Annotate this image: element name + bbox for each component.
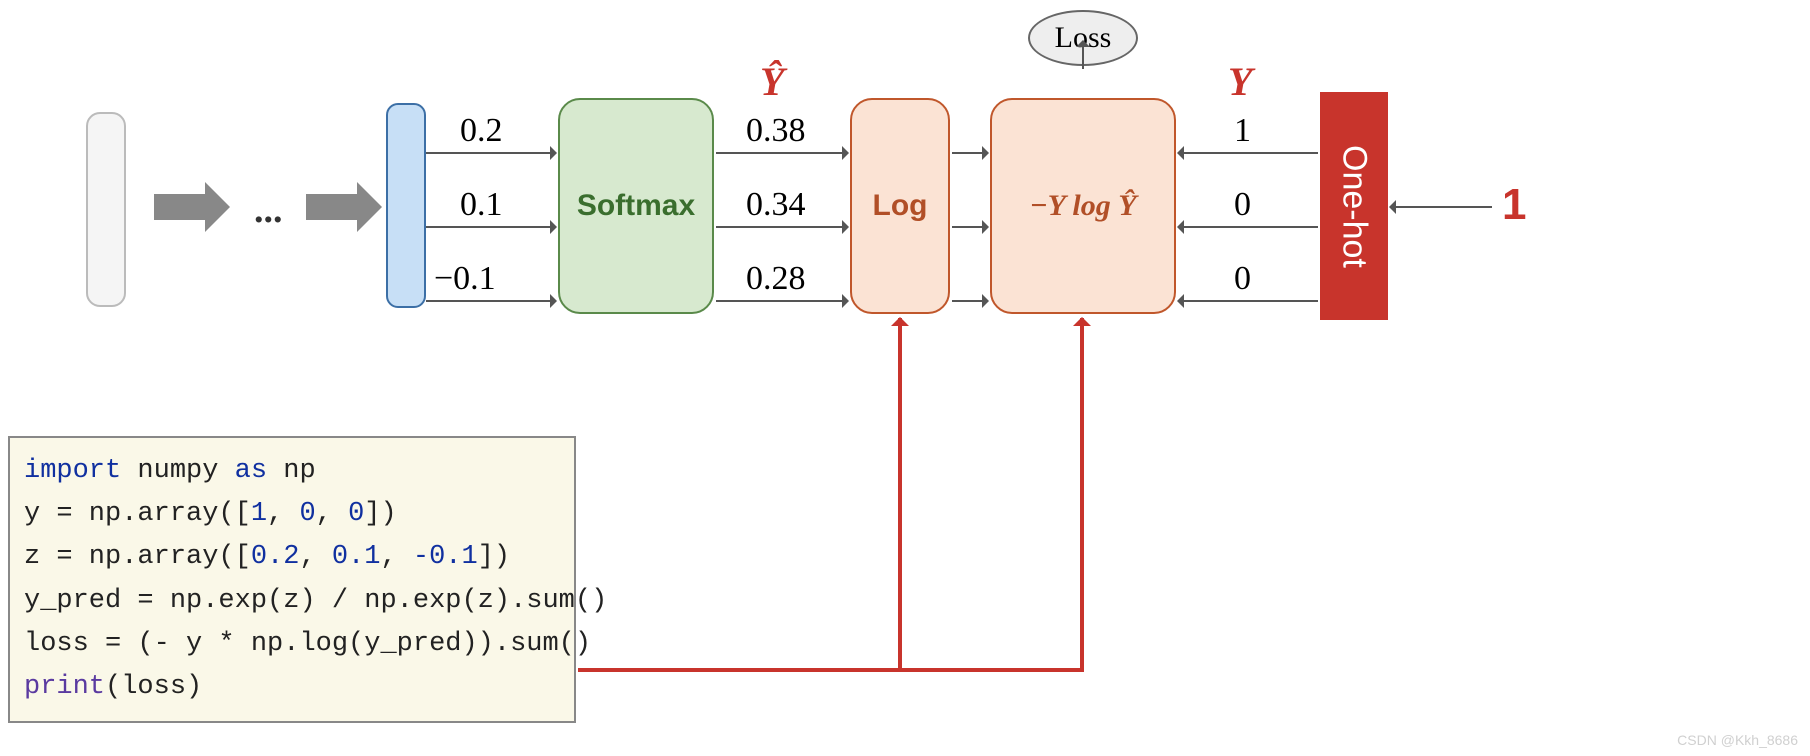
log-block: Log bbox=[850, 98, 950, 314]
arrow-y1 bbox=[1178, 226, 1318, 228]
arrow-y0 bbox=[1178, 152, 1318, 154]
arrow-yhat1 bbox=[716, 226, 848, 228]
arrow-loss-up bbox=[1082, 41, 1084, 69]
y-value-0: 1 bbox=[1234, 112, 1251, 150]
ellipsis: ... bbox=[254, 188, 283, 232]
code-box: import numpy as np y = np.array([1, 0, 0… bbox=[8, 436, 576, 723]
code-line-loss: loss = (- y * np.log(y_pred)).sum() bbox=[24, 629, 591, 659]
arrow-yhat2 bbox=[716, 300, 848, 302]
hidden-layer-block bbox=[386, 103, 426, 308]
yhat-value-2: 0.28 bbox=[746, 260, 806, 298]
code-fn-print: print bbox=[24, 672, 105, 702]
arrow-z2 bbox=[426, 300, 556, 302]
arrow-y2 bbox=[1178, 300, 1318, 302]
y-value-1: 0 bbox=[1234, 186, 1251, 224]
onehot-block: One-hot bbox=[1320, 92, 1388, 320]
arrow-classidx bbox=[1390, 206, 1492, 208]
code-line-ypred: y_pred = np.exp(z) / np.exp(z).sum() bbox=[24, 586, 607, 616]
softmax-block: Softmax bbox=[558, 98, 714, 314]
yhat-symbol: Ŷ bbox=[760, 58, 784, 105]
y-value-2: 0 bbox=[1234, 260, 1251, 298]
z-value-1: 0.1 bbox=[460, 186, 503, 224]
crossentropy-label: −Y log Ŷ bbox=[1029, 189, 1136, 223]
red-connector-v2 bbox=[1080, 318, 1084, 672]
input-block bbox=[86, 112, 126, 307]
big-arrow-1 bbox=[154, 194, 208, 220]
yhat-value-0: 0.38 bbox=[746, 112, 806, 150]
code-kw-import: import bbox=[24, 456, 121, 486]
z-value-0: 0.2 bbox=[460, 112, 503, 150]
red-connector-h bbox=[578, 668, 1084, 672]
y-symbol: Y bbox=[1228, 58, 1252, 105]
class-index-label: 1 bbox=[1502, 180, 1526, 230]
arrow-log1 bbox=[952, 226, 988, 228]
arrow-z0 bbox=[426, 152, 556, 154]
z-value-2: −0.1 bbox=[434, 260, 496, 298]
arrow-z1 bbox=[426, 226, 556, 228]
red-connector-v1 bbox=[898, 318, 902, 672]
crossentropy-block: −Y log Ŷ bbox=[990, 98, 1176, 314]
yhat-value-1: 0.34 bbox=[746, 186, 806, 224]
arrow-yhat0 bbox=[716, 152, 848, 154]
watermark: CSDN @Kkh_8686 bbox=[1677, 732, 1798, 748]
big-arrow-2 bbox=[306, 194, 360, 220]
code-kw-as: as bbox=[235, 456, 267, 486]
arrow-log2 bbox=[952, 300, 988, 302]
arrow-log0 bbox=[952, 152, 988, 154]
